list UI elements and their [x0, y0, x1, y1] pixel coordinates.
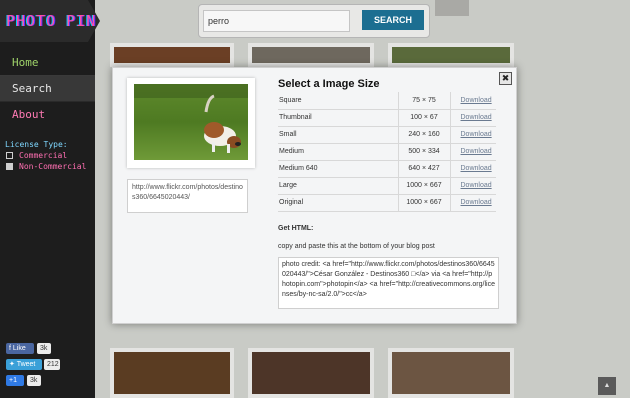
table-row: Medium 500 × 334 Download — [278, 143, 496, 161]
facebook-like-label: Like — [12, 345, 26, 352]
download-link[interactable]: Download — [450, 143, 496, 161]
size-name: Medium 640 — [278, 160, 398, 178]
scroll-to-top-button[interactable]: ▲ — [598, 377, 616, 395]
get-html-label: Get HTML: — [278, 225, 314, 232]
facebook-like-count: 3k — [37, 343, 51, 354]
photo-preview-frame — [127, 78, 255, 168]
close-icon: ✖ — [501, 73, 510, 83]
size-dimensions: 1000 × 667 — [397, 194, 451, 212]
photo-preview-image — [134, 84, 248, 160]
html-code-textarea[interactable]: photo credit: <a href="http://www.flickr… — [278, 257, 499, 309]
table-row: Medium 640 640 × 427 Download — [278, 160, 496, 178]
size-dimensions: 100 × 67 — [397, 109, 451, 127]
download-link[interactable]: Download — [450, 92, 496, 110]
sidebar: PHOTO PIN Home Search About License Type… — [0, 0, 100, 398]
search-result-thumbnail[interactable] — [388, 43, 514, 67]
size-dimensions: 240 × 160 — [397, 126, 451, 144]
photo-url-field[interactable]: http://www.flickr.com/photos/destinos360… — [127, 179, 248, 213]
table-row: Large 1000 × 667 Download — [278, 177, 496, 195]
table-row: Square 75 × 75 Download — [278, 92, 496, 110]
nav-item-home[interactable]: Home — [0, 50, 95, 76]
twitter-icon: ✦ — [9, 361, 17, 368]
size-name: Small — [278, 126, 398, 144]
facebook-like-button[interactable]: f Like — [6, 343, 34, 354]
get-html-help-text: copy and paste this at the bottom of you… — [278, 243, 435, 250]
table-row: Small 240 × 160 Download — [278, 126, 496, 144]
license-option-noncommercial[interactable]: Non-Commercial — [6, 162, 86, 171]
search-bar: SEARCH — [198, 4, 430, 38]
license-type-label: License Type: — [5, 140, 68, 149]
tweet-button[interactable]: ✦ Tweet — [6, 359, 42, 370]
arrow-up-icon: ▲ — [603, 382, 611, 389]
download-link[interactable]: Download — [450, 160, 496, 178]
license-option-label: Commercial — [19, 151, 68, 160]
google-plus-button[interactable]: +1 — [6, 375, 24, 386]
download-link[interactable]: Download — [450, 194, 496, 212]
search-result-thumbnail[interactable] — [110, 348, 234, 398]
close-button[interactable]: ✖ — [499, 72, 512, 85]
search-result-thumbnail[interactable] — [110, 43, 234, 67]
checkbox-checked[interactable] — [6, 163, 13, 170]
dialog-title: Select a Image Size — [278, 78, 380, 90]
size-table: Square 75 × 75 Download Thumbnail 100 × … — [278, 92, 496, 212]
image-size-dialog: ✖ http://www.flickr.com/photos/destinos3… — [112, 67, 517, 324]
license-option-commercial[interactable]: Commercial — [6, 151, 67, 160]
table-row: Original 1000 × 667 Download — [278, 194, 496, 212]
size-dimensions: 500 × 334 — [397, 143, 451, 161]
size-name: Original — [278, 194, 398, 212]
size-dimensions: 75 × 75 — [397, 92, 451, 110]
size-dimensions: 1000 × 667 — [397, 177, 451, 195]
tweet-count: 212 — [44, 359, 60, 370]
search-input[interactable] — [203, 10, 350, 32]
size-dimensions: 640 × 427 — [397, 160, 451, 178]
nav-item-about[interactable]: About — [0, 102, 95, 128]
search-result-thumbnail[interactable] — [248, 348, 374, 398]
search-result-thumbnail[interactable] — [388, 348, 514, 398]
search-result-thumbnail[interactable] — [248, 43, 374, 67]
size-name: Square — [278, 92, 398, 110]
download-link[interactable]: Download — [450, 126, 496, 144]
checkbox[interactable] — [6, 152, 13, 159]
size-name: Medium — [278, 143, 398, 161]
background-thumbnail — [435, 0, 469, 16]
download-link[interactable]: Download — [450, 109, 496, 127]
search-button[interactable]: SEARCH — [362, 10, 424, 30]
google-plus-count: 3k — [27, 375, 41, 386]
license-option-label: Non-Commercial — [19, 162, 87, 171]
logo[interactable]: PHOTO PIN — [6, 12, 96, 30]
table-row: Thumbnail 100 × 67 Download — [278, 109, 496, 127]
size-name: Large — [278, 177, 398, 195]
nav-item-search[interactable]: Search — [0, 76, 95, 102]
download-link[interactable]: Download — [450, 177, 496, 195]
tweet-label: Tweet — [16, 361, 36, 368]
size-name: Thumbnail — [278, 109, 398, 127]
